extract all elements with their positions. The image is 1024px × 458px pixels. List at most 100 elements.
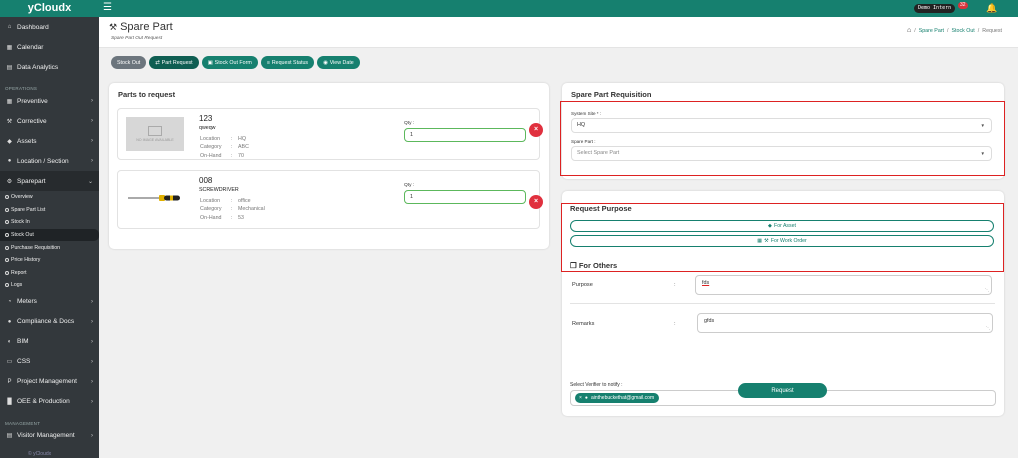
sidebar-item-compliance-docs[interactable]: ● Compliance & Docs ›: [0, 312, 99, 332]
user-icon: ●: [584, 395, 588, 401]
home-icon[interactable]: ⌂: [907, 27, 911, 34]
list-icon: ≡: [266, 59, 270, 66]
hamburger-icon[interactable]: ☰: [103, 3, 112, 13]
sidebar-item-oee-production[interactable]: █ OEE & Production ›: [0, 392, 99, 412]
colon: :: [231, 152, 233, 159]
remove-part-button[interactable]: ×: [529, 123, 543, 137]
sidebar-item-css[interactable]: ▭ CSS ›: [0, 352, 99, 372]
page-subtitle: Spare Part Out Request: [111, 36, 163, 41]
for-asset-label: For Asset: [774, 223, 796, 229]
sidebar-item-calendar[interactable]: ▦ Calendar: [0, 37, 99, 57]
bell-icon[interactable]: 🔔: [986, 3, 997, 13]
app-brand[interactable]: yCloudx: [0, 0, 99, 17]
tag-icon: ◆: [7, 138, 12, 145]
part-request-button[interactable]: ⇄ Part Request: [149, 56, 199, 69]
circle-icon: [5, 233, 9, 238]
sidebar-item-label: Calendar: [17, 43, 44, 51]
sidebar-item-preventive[interactable]: ▦ Preventive ›: [0, 91, 99, 111]
purpose-textarea[interactable]: fds ⋱: [695, 275, 992, 295]
purpose-label: Purpose: [572, 282, 593, 288]
sidebar-subitem-logs[interactable]: Logs: [0, 279, 99, 292]
parts-to-request-card: Parts to request NO IMAGE AVAILABLE 123 …: [109, 83, 549, 249]
remove-tag-icon[interactable]: ×: [579, 395, 582, 401]
document-icon: ●: [7, 318, 12, 325]
sidebar-subitem-label: Stock Out: [11, 232, 34, 239]
copy-icon: ❐: [570, 261, 577, 270]
parts-card-title: Parts to request: [118, 90, 176, 99]
chart-icon: ▤: [6, 64, 13, 71]
home-icon: ⌂: [7, 24, 12, 30]
sidebar-subitem-spare-part-list[interactable]: Spare Part List: [0, 204, 99, 217]
sidebar-item-label: Data Analytics: [17, 63, 59, 71]
chevron-right-icon: ›: [91, 318, 93, 325]
sidebar-item-label: OEE & Production: [17, 398, 70, 406]
for-work-order-button[interactable]: ▦ ⚒ For Work Order: [570, 235, 994, 247]
sidebar-item-dashboard[interactable]: ⌂ Dashboard: [0, 17, 99, 37]
qty-input[interactable]: 1: [404, 128, 526, 142]
remove-part-button[interactable]: ×: [529, 195, 543, 209]
request-status-button[interactable]: ≡ Request Status: [260, 56, 315, 69]
category-label: Category: [200, 206, 222, 213]
sidebar-item-visitor-management[interactable]: ▤ Visitor Management ›: [0, 426, 99, 446]
sidebar-subitem-overview[interactable]: Overview: [0, 191, 99, 204]
request-submit-button[interactable]: Request: [738, 383, 827, 398]
breadcrumb-spare-part[interactable]: Spare Part: [919, 28, 944, 34]
verifier-tag[interactable]: × ● ainthebuckethat@gmail.com: [575, 393, 660, 403]
breadcrumb-separator: /: [947, 27, 949, 34]
for-others-text: For Others: [578, 261, 618, 270]
user-chip[interactable]: Demo Intern: [914, 4, 956, 13]
notification-button[interactable]: 32: [958, 2, 974, 14]
sidebar-item-label: Preventive: [17, 97, 48, 105]
sidebar-item-label: Location / Section: [17, 157, 69, 165]
chevron-right-icon: ›: [91, 358, 93, 365]
onhand-value: 70: [238, 152, 244, 159]
calendar-icon: ▦: [757, 238, 763, 244]
for-asset-button[interactable]: ◆ For Asset: [570, 220, 994, 232]
sidebar-item-meters[interactable]: ◔ Meters ›: [0, 292, 99, 312]
system-site-select[interactable]: HQ ▼: [571, 118, 992, 133]
qty-input[interactable]: 1: [404, 190, 526, 204]
divider: [570, 303, 995, 304]
stock-out-button[interactable]: Stock Out: [111, 56, 147, 69]
sidebar-item-bim[interactable]: ◐ BIM ›: [0, 332, 99, 352]
sidebar-subitem-purchase-requisition[interactable]: Purchase Requisition: [0, 241, 99, 254]
chevron-right-icon: ›: [91, 378, 93, 385]
wrench-icon: ⚒: [764, 238, 769, 244]
chevron-right-icon: ›: [91, 158, 93, 164]
spare-part-select[interactable]: Select Spare Part ▼: [571, 146, 992, 161]
remarks-colon: :: [674, 321, 676, 327]
sidebar-item-data-analytics[interactable]: ▤ Data Analytics: [0, 57, 99, 77]
circle-icon: [5, 220, 9, 225]
sidebar-item-sparepart[interactable]: ⚙ Sparepart ⌄: [0, 171, 99, 191]
exchange-icon: ⇄: [155, 59, 160, 66]
chevron-right-icon: ›: [91, 138, 93, 144]
sidebar-subitem-report[interactable]: Report: [0, 267, 99, 280]
part-meta: Location: HQ Category: ABC On-Hand:70: [200, 135, 249, 160]
category-value: Mechanical: [238, 206, 265, 213]
stock-out-form-button[interactable]: ▣ Stock Out Form: [201, 56, 258, 69]
right-edge: [1018, 0, 1024, 458]
sidebar-subitem-label: Purchase Requisition: [11, 244, 61, 251]
sidebar-subitem-stock-out[interactable]: Stock Out: [0, 228, 99, 242]
category-label: Category: [200, 144, 222, 151]
top-navbar: [0, 0, 1018, 17]
request-purpose-title: Request Purpose: [570, 204, 632, 213]
sidebar-item-corrective[interactable]: ⚒ Corrective ›: [0, 111, 99, 131]
view-date-button[interactable]: ◉ View Date: [317, 56, 360, 69]
remarks-textarea[interactable]: gfds ⋱: [697, 313, 993, 333]
gauge-icon: ◔: [7, 298, 12, 305]
sidebar-item-location-section[interactable]: ● Location / Section ›: [0, 151, 99, 171]
sidebar-item-project-management[interactable]: P Project Management ›: [0, 372, 99, 392]
sidebar-item-assets[interactable]: ◆ Assets ›: [0, 131, 99, 151]
breadcrumb-separator: /: [914, 27, 916, 34]
view-date-label: View Date: [329, 59, 354, 66]
sidebar-subitem-price-history[interactable]: Price History: [0, 254, 99, 267]
onhand-value: 53: [238, 214, 244, 221]
sidebar-subitem-stock-in[interactable]: Stock In: [0, 216, 99, 229]
sidebar-item-label: Assets: [17, 137, 37, 145]
remarks-value: gfds: [704, 318, 715, 324]
chevron-right-icon: ›: [91, 298, 93, 305]
page-header: ⚒ Spare Part Spare Part Out Request ⌂ / S…: [99, 17, 1018, 48]
purpose-colon: :: [674, 282, 676, 288]
breadcrumb-stock-out[interactable]: Stock Out: [952, 28, 975, 34]
